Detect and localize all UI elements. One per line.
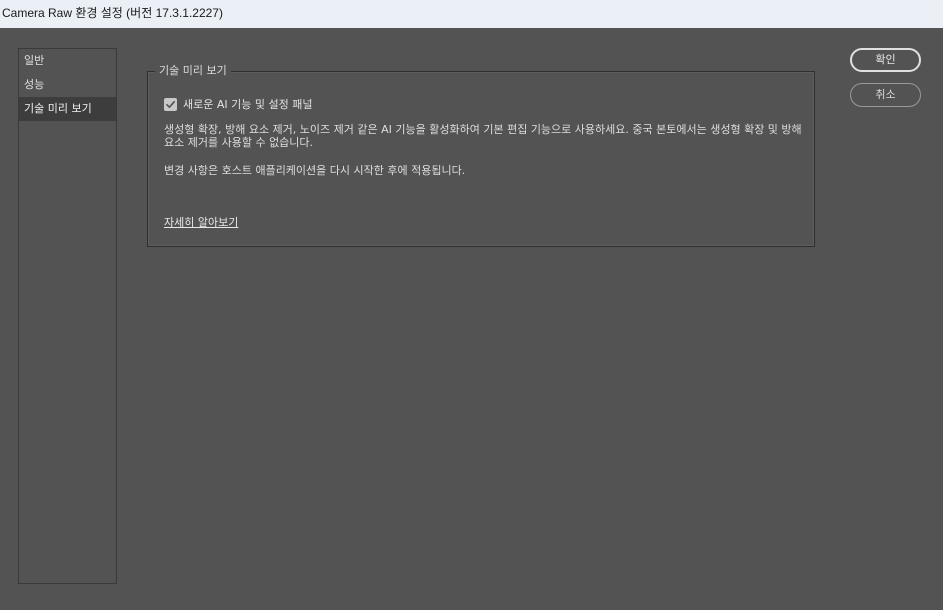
- ok-button[interactable]: 확인: [850, 48, 921, 72]
- sidebar: 일반 성능 기술 미리 보기: [18, 48, 117, 584]
- ai-features-checkbox-label[interactable]: 새로운 AI 기능 및 설정 패널: [183, 96, 312, 112]
- cancel-button[interactable]: 취소: [850, 83, 921, 107]
- restart-note: 변경 사항은 호스트 애플리케이션을 다시 시작한 후에 적용됩니다.: [164, 164, 466, 177]
- technology-previews-group: 기술 미리 보기 새로운 AI 기능 및 설정 패널 생성형 확장, 방해 요소…: [147, 64, 815, 247]
- sidebar-item-general[interactable]: 일반: [19, 49, 116, 73]
- preferences-dialog: Camera Raw 환경 설정 (버전 17.3.1.2227) 일반 성능 …: [0, 0, 943, 610]
- sidebar-item-performance[interactable]: 성능: [19, 73, 116, 97]
- window-title: Camera Raw 환경 설정 (버전 17.3.1.2227): [0, 0, 943, 28]
- ai-features-checkbox-row[interactable]: 새로운 AI 기능 및 설정 패널: [164, 96, 312, 112]
- group-title: 기술 미리 보기: [155, 64, 231, 78]
- ai-features-checkbox[interactable]: [164, 97, 177, 111]
- ai-features-description: 생성형 확장, 방해 요소 제거, 노이즈 제거 같은 AI 기능을 활성화하여…: [164, 123, 802, 149]
- checkmark-icon: [166, 100, 176, 108]
- sidebar-item-technology-previews[interactable]: 기술 미리 보기: [19, 97, 116, 121]
- learn-more-link[interactable]: 자세히 알아보기: [164, 214, 238, 230]
